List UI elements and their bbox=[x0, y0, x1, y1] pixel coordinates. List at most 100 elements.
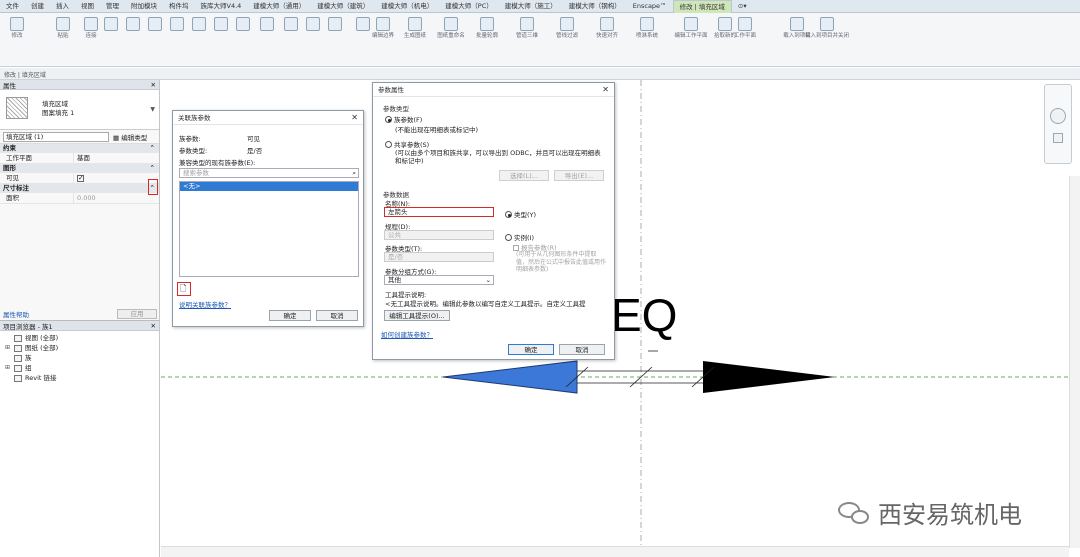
close-icon[interactable]: ✕ bbox=[602, 83, 609, 97]
tree-item[interactable]: 族 bbox=[4, 353, 155, 363]
instance-radio[interactable]: 实例(I) bbox=[505, 232, 534, 242]
select-button[interactable]: 选择(L)... bbox=[499, 170, 549, 181]
tab-0[interactable]: 文件 bbox=[0, 0, 25, 13]
steering-wheel-icon[interactable] bbox=[1050, 108, 1066, 124]
tab-5[interactable]: 附加模块 bbox=[125, 0, 163, 13]
property-value[interactable]: 0.000 bbox=[74, 193, 159, 203]
property-group-header[interactable]: 尺寸标注 ⌃ bbox=[0, 184, 159, 193]
edit-tooltip-button[interactable]: 编辑工具提示(O)... bbox=[384, 310, 450, 321]
ribbon-button-27[interactable]: 载入到项目并关闭 bbox=[805, 17, 849, 40]
eq-label[interactable]: EQ bbox=[611, 289, 677, 341]
list-item[interactable]: <无> bbox=[180, 182, 358, 191]
property-value[interactable] bbox=[74, 173, 159, 184]
ribbon-button-20[interactable]: 管线过滤 bbox=[556, 17, 578, 40]
tab-10[interactable]: 建模大师（机电） bbox=[375, 0, 439, 13]
horizontal-scrollbar[interactable] bbox=[161, 546, 1069, 557]
param-type-select[interactable]: 是/否 bbox=[384, 252, 494, 262]
ribbon-button-24[interactable]: 拾取新的 bbox=[714, 17, 736, 40]
vertical-scrollbar[interactable] bbox=[1069, 176, 1080, 548]
ribbon-button-11[interactable] bbox=[280, 17, 302, 33]
search-input[interactable]: 搜索参数 ⌕ bbox=[179, 168, 359, 178]
tab-3[interactable]: 视图 bbox=[75, 0, 100, 13]
tree-item[interactable]: 视图 (全部) bbox=[4, 333, 155, 343]
tab-9[interactable]: 建模大师（建筑） bbox=[311, 0, 375, 13]
discipline-select[interactable]: 公共 bbox=[384, 230, 494, 240]
param-list[interactable]: <无> bbox=[179, 181, 359, 277]
type-selector[interactable]: 填充区域 图案填充 1 ▼ bbox=[0, 90, 159, 130]
ribbon-button-19[interactable]: 管道三维 bbox=[516, 17, 538, 40]
chevron-down-icon[interactable]: ▼ bbox=[150, 106, 155, 113]
ok-button[interactable]: 确定 bbox=[269, 310, 311, 321]
ribbon-button-4[interactable] bbox=[122, 17, 144, 33]
type-radio[interactable]: 类型(Y) bbox=[505, 209, 536, 219]
tab-11[interactable]: 建模大师（PC） bbox=[439, 0, 498, 13]
ribbon-button-10[interactable] bbox=[256, 17, 278, 33]
assoc-help-link[interactable]: 说明关联族参数？ bbox=[179, 299, 231, 309]
ribbon-button-1[interactable]: 粘贴 bbox=[52, 17, 74, 40]
close-icon[interactable]: ✕ bbox=[151, 81, 156, 89]
ribbon-button-3[interactable] bbox=[100, 17, 122, 33]
ribbon-button-15[interactable]: 编辑边界 bbox=[372, 17, 394, 40]
navigation-bar[interactable] bbox=[1044, 84, 1072, 164]
export-button[interactable]: 导出(E)... bbox=[554, 170, 604, 181]
close-icon[interactable]: ✕ bbox=[351, 111, 358, 125]
ribbon-button-13[interactable] bbox=[324, 17, 346, 33]
cancel-button[interactable]: 取消 bbox=[316, 310, 358, 321]
ribbon-button-25[interactable]: 工作平面 bbox=[734, 17, 756, 40]
tab-2[interactable]: 插入 bbox=[50, 0, 75, 13]
ribbon-button-0[interactable]: 修改 bbox=[6, 17, 28, 40]
ribbon-button-2[interactable]: 连接 bbox=[80, 17, 102, 40]
tab-16[interactable]: ⊙▾ bbox=[732, 0, 753, 13]
associate-param-button-highlight[interactable] bbox=[148, 179, 158, 195]
zoom-icon[interactable] bbox=[1053, 133, 1063, 143]
new-parameter-button[interactable]: 🗋 bbox=[177, 282, 191, 296]
cancel-button[interactable]: 取消 bbox=[559, 344, 605, 355]
group-select[interactable]: 其他 ⌄ bbox=[384, 275, 494, 285]
name-input[interactable]: 左箭头 bbox=[384, 207, 494, 217]
instance-filter-select[interactable]: 填充区域 (1) bbox=[3, 131, 109, 142]
shared-param-radio[interactable]: 共享参数(S) bbox=[385, 139, 429, 149]
expand-icon[interactable]: ⊞ bbox=[4, 343, 11, 353]
ribbon-button-21[interactable]: 快速对齐 bbox=[596, 17, 618, 40]
expand-icon[interactable]: ⊞ bbox=[4, 363, 11, 373]
tab-1[interactable]: 创建 bbox=[25, 0, 50, 13]
ok-button[interactable]: 确定 bbox=[508, 344, 554, 355]
close-icon[interactable]: ✕ bbox=[151, 322, 156, 330]
right-arrow-black[interactable] bbox=[703, 361, 835, 393]
ribbon-button-7[interactable] bbox=[188, 17, 210, 33]
ribbon-button-17[interactable]: 图纸重命名 bbox=[437, 17, 465, 40]
tab-8[interactable]: 建模大师（通用） bbox=[247, 0, 311, 13]
property-value[interactable]: 基面 bbox=[74, 153, 159, 163]
visible-checkbox[interactable] bbox=[77, 173, 84, 184]
ribbon-button-18[interactable]: 批量轮廓 bbox=[476, 17, 498, 40]
tab-6[interactable]: 构件坞 bbox=[163, 0, 195, 13]
ribbon-button-16[interactable]: 生成图纸 bbox=[404, 17, 426, 40]
ribbon-button-12[interactable] bbox=[302, 17, 324, 33]
ribbon-button-14[interactable] bbox=[352, 17, 374, 33]
tab-14[interactable]: Enscape™ bbox=[627, 0, 673, 13]
tree-item[interactable]: ⊞ 组 bbox=[4, 363, 155, 373]
property-group-header[interactable]: 约束 ⌃ bbox=[0, 144, 159, 153]
ribbon-button-22[interactable]: 喷淋系统 bbox=[636, 17, 658, 40]
tab-12[interactable]: 建模大师（施工） bbox=[499, 0, 563, 13]
edit-type-button[interactable]: ▦ 编辑类型 bbox=[113, 132, 147, 142]
ribbon-button-8[interactable] bbox=[210, 17, 232, 33]
properties-help-link[interactable]: 属性帮助 bbox=[3, 309, 29, 319]
property-group-header[interactable]: 图形 ⌃ bbox=[0, 164, 159, 173]
tab-7[interactable]: 族库大师V4.4 bbox=[195, 0, 248, 13]
collapse-icon[interactable]: ⌃ bbox=[150, 164, 155, 173]
param-help-link[interactable]: 如何创建族参数？ bbox=[381, 329, 433, 339]
collapse-icon[interactable]: ⌃ bbox=[150, 144, 155, 153]
ribbon-button-5[interactable] bbox=[144, 17, 166, 33]
tab-4[interactable]: 管理 bbox=[100, 0, 125, 13]
ribbon-button-9[interactable] bbox=[232, 17, 254, 33]
apply-button[interactable]: 应用 bbox=[117, 309, 157, 319]
tree-item[interactable]: ⊞ 图纸 (全部) bbox=[4, 343, 155, 353]
tree-item[interactable]: Revit 链接 bbox=[4, 373, 155, 383]
tab-13[interactable]: 建模大师（钢构） bbox=[563, 0, 627, 13]
ribbon-button-23[interactable]: 编辑工作平面 bbox=[675, 17, 708, 40]
ribbon-button-6[interactable] bbox=[166, 17, 188, 33]
family-param-radio[interactable]: 族参数(F) bbox=[385, 114, 422, 124]
tab-15[interactable]: 修改 | 填充区域 bbox=[672, 0, 732, 13]
left-arrow-blue[interactable] bbox=[442, 360, 578, 394]
